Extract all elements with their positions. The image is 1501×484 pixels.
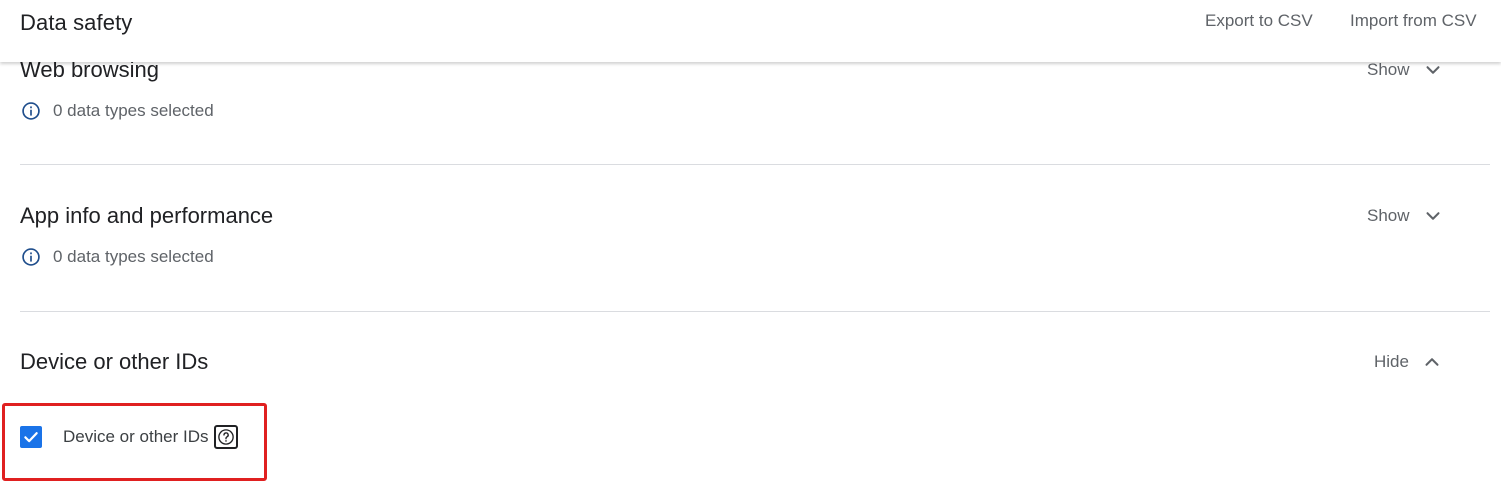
top-app-bar: Data safety Export to CSV Import from CS… xyxy=(0,0,1501,62)
app-info-summary: 0 data types selected xyxy=(21,247,214,267)
page-title: Data safety xyxy=(20,10,133,35)
export-csv-button[interactable]: Export to CSV xyxy=(1205,11,1313,31)
device-ids-hide-toggle[interactable]: Hide xyxy=(1374,351,1443,373)
info-icon xyxy=(22,102,40,120)
checkmark-icon xyxy=(24,432,38,443)
help-icon[interactable] xyxy=(213,425,238,449)
section-divider xyxy=(20,311,1490,312)
import-csv-button[interactable]: Import from CSV xyxy=(1350,11,1477,31)
section-title-device-ids: Device or other IDs xyxy=(20,349,209,374)
toggle-label: Hide xyxy=(1374,352,1409,371)
web-browsing-summary: 0 data types selected xyxy=(21,101,214,121)
chevron-down-icon xyxy=(1426,212,1440,220)
info-icon xyxy=(22,248,40,266)
summary-text: 0 data types selected xyxy=(53,247,214,266)
web-browsing-show-toggle[interactable]: Show xyxy=(1367,59,1444,81)
summary-text: 0 data types selected xyxy=(53,101,214,120)
app-info-show-toggle[interactable]: Show xyxy=(1367,205,1444,227)
toggle-label: Show xyxy=(1367,206,1410,225)
section-divider xyxy=(20,164,1490,165)
toggle-label: Show xyxy=(1367,60,1410,79)
device-ids-checkbox[interactable] xyxy=(20,426,42,448)
device-ids-checkbox-row: Device or other IDs xyxy=(20,425,238,449)
section-title-app-info: App info and performance xyxy=(20,203,274,228)
device-ids-checkbox-label: Device or other IDs xyxy=(63,427,209,446)
chevron-up-icon xyxy=(1425,358,1439,366)
chevron-down-icon xyxy=(1426,66,1440,74)
